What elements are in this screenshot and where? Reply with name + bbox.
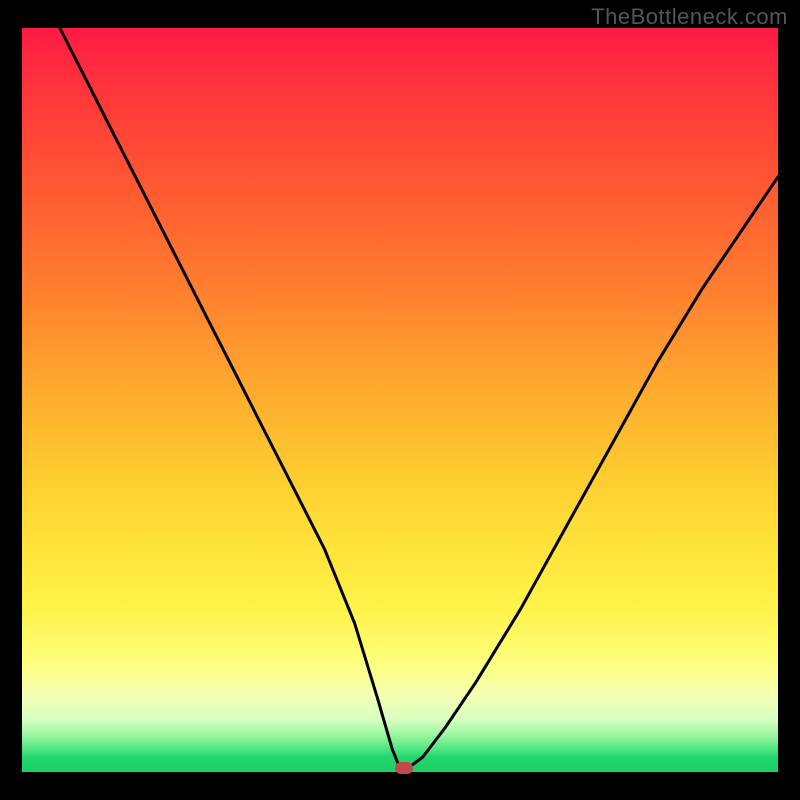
optimal-point-marker <box>395 762 413 774</box>
chart-frame: TheBottleneck.com <box>0 0 800 800</box>
bottleneck-curve-path <box>60 28 778 768</box>
curve-layer <box>22 28 778 772</box>
plot-area <box>22 28 778 772</box>
watermark-text: TheBottleneck.com <box>591 4 788 30</box>
